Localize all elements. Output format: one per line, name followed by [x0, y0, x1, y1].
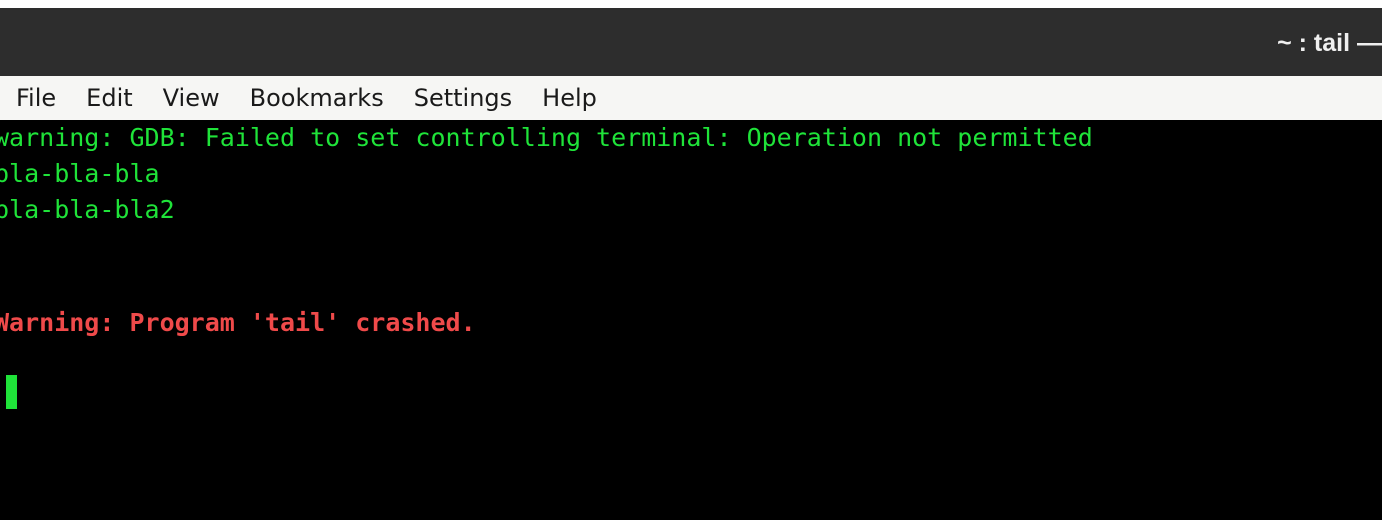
menu-edit[interactable]: Edit [86, 83, 132, 113]
window-title: ~ : tail — [1277, 29, 1382, 57]
window-top-edge [0, 0, 1382, 8]
terminal-line-gdb-warning: warning: GDB: Failed to set controlling … [0, 123, 1093, 152]
menu-help[interactable]: Help [542, 83, 597, 113]
terminal-line-output-1: bla-bla-bla [0, 159, 160, 188]
menu-bar: File Edit View Bookmarks Settings Help [0, 76, 1382, 120]
terminal-cursor [6, 375, 17, 409]
terminal-output-area[interactable]: warning: GDB: Failed to set controlling … [0, 120, 1382, 520]
menu-settings[interactable]: Settings [414, 83, 512, 113]
menu-view[interactable]: View [163, 83, 220, 113]
menu-file[interactable]: File [16, 83, 56, 113]
terminal-line-crash-warning: Warning: Program 'tail' crashed. [0, 308, 476, 337]
terminal-window: ~ : tail — File Edit View Bookmarks Sett… [0, 0, 1382, 520]
terminal-line-output-2: bla-bla-bla2 [0, 195, 175, 224]
menu-bookmarks[interactable]: Bookmarks [250, 83, 384, 113]
title-bar[interactable]: ~ : tail — [0, 8, 1382, 76]
